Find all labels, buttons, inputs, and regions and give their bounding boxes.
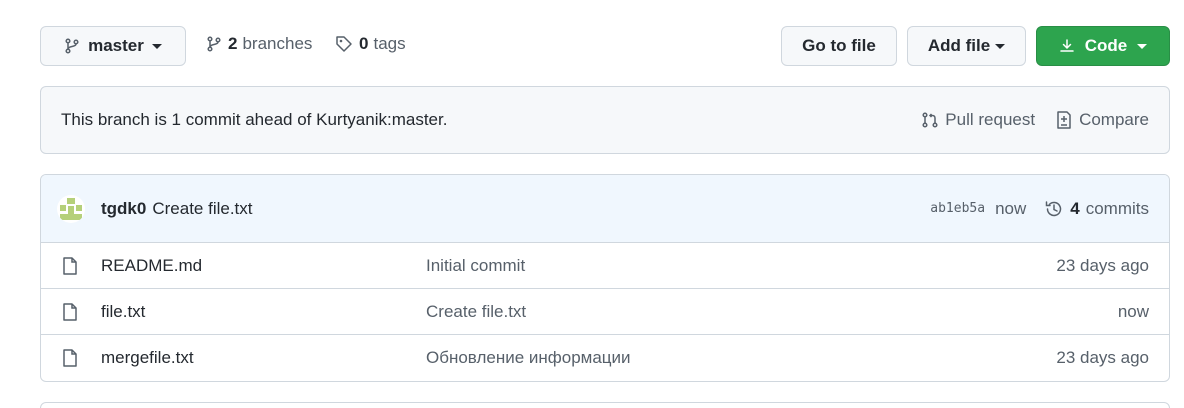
branch-ahead-text: This branch is 1 commit ahead of Kurtyan… (61, 110, 448, 129)
code-button[interactable]: Code (1036, 26, 1170, 66)
commit-time: now (995, 198, 1027, 218)
code-label: Code (1084, 36, 1128, 55)
history-icon (1044, 199, 1064, 219)
chevron-down-icon (1137, 43, 1148, 49)
compare-icon (1055, 110, 1073, 130)
commit-meta: ab1eb5a now 4 commits (930, 199, 1149, 219)
download-icon (1059, 38, 1075, 54)
table-row: file.txt Create file.txt now (41, 289, 1169, 335)
file-name-link[interactable]: README.md (101, 256, 426, 276)
go-to-file-button[interactable]: Go to file (781, 26, 897, 66)
commit-message[interactable]: Create file.txt (152, 199, 252, 219)
tags-count: 0 (359, 34, 369, 53)
file-listing: tgdk0 Create file.txt ab1eb5a now 4 comm… (40, 174, 1170, 382)
file-commit-message[interactable]: Обновление информации (426, 348, 631, 368)
pull-request-link[interactable]: Pull request (921, 110, 1035, 130)
commits-count: 4 (1070, 198, 1080, 218)
chevron-down-icon (151, 43, 162, 49)
branch-icon (64, 38, 80, 54)
commit-sha[interactable]: ab1eb5a (930, 201, 985, 216)
file-age: now (1117, 301, 1149, 321)
compare-link[interactable]: Compare (1055, 110, 1149, 130)
tags-label: tags (373, 34, 406, 53)
branch-name: master (88, 36, 144, 55)
branches-link[interactable]: 2 branches (206, 34, 312, 54)
branches-label: branches (242, 34, 313, 53)
branch-ahead-actions: Pull request Compare (921, 110, 1149, 130)
branch-selector-button[interactable]: master (40, 26, 186, 66)
commits-history-link[interactable]: 4 commits (1044, 199, 1149, 219)
branch-ahead-banner: This branch is 1 commit ahead of Kurtyan… (40, 86, 1170, 154)
file-icon (61, 349, 79, 367)
compare-label: Compare (1079, 110, 1149, 129)
tags-link[interactable]: 0 tags (335, 34, 406, 54)
chevron-down-icon (995, 43, 1006, 49)
file-age: 23 days ago (1056, 348, 1149, 367)
branches-count: 2 (228, 34, 238, 53)
tag-icon (335, 35, 353, 53)
add-file-button[interactable]: Add file (907, 26, 1026, 66)
file-name-link[interactable]: mergefile.txt (101, 348, 426, 368)
branch-icon (206, 36, 222, 52)
commits-label: commits (1085, 198, 1149, 218)
file-age: 23 days ago (1056, 255, 1149, 275)
file-commit-message[interactable]: Initial commit (426, 256, 525, 276)
pull-request-label: Pull request (945, 110, 1036, 129)
avatar[interactable] (57, 194, 85, 223)
table-row: README.md Initial commit 23 days ago (41, 243, 1169, 289)
file-name-link[interactable]: file.txt (101, 302, 426, 322)
pull-request-icon (921, 111, 939, 129)
file-icon (61, 256, 79, 275)
table-row: mergefile.txt Обновление информации 23 d… (41, 335, 1169, 381)
file-commit-message[interactable]: Create file.txt (426, 302, 526, 322)
commit-author[interactable]: tgdk0 (101, 199, 146, 219)
readme-box (40, 402, 1170, 408)
file-icon (61, 302, 79, 321)
latest-commit-header: tgdk0 Create file.txt ab1eb5a now 4 comm… (41, 175, 1169, 243)
add-file-label: Add file (927, 36, 991, 55)
